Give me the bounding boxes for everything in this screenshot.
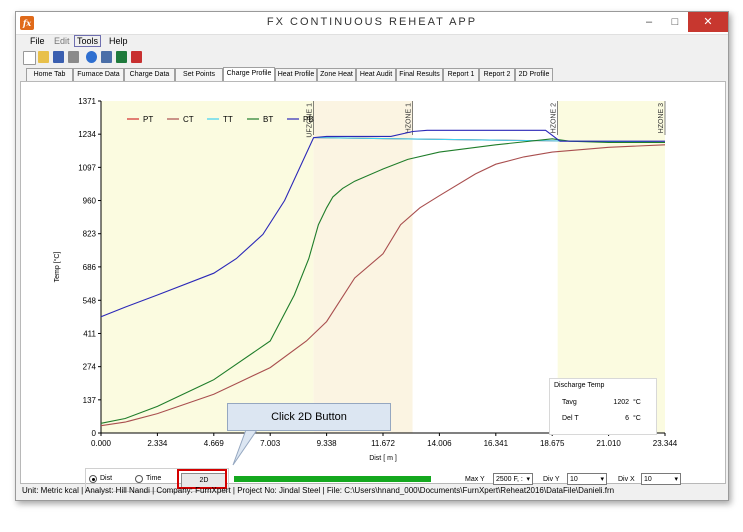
div-x-label: Div X [618, 476, 635, 483]
instruction-callout: Click 2D Button [227, 403, 391, 431]
close-button[interactable]: ✕ [688, 12, 728, 32]
excel-icon[interactable] [116, 51, 127, 63]
report-icon[interactable] [101, 51, 112, 63]
minimize-button[interactable]: – [636, 12, 662, 32]
tab-home[interactable]: Home Tab [26, 68, 73, 82]
tab-heat-profile[interactable]: Heat Profile [275, 68, 317, 82]
tab-report-2[interactable]: Report 2 [479, 68, 515, 82]
menu-file[interactable]: File [28, 36, 47, 46]
div-y-value: 10 [570, 476, 578, 483]
time-radio-label: Time [146, 475, 162, 482]
tab-zone-heat[interactable]: Zone Heat [317, 68, 356, 82]
help-icon[interactable] [86, 51, 97, 63]
menu-edit[interactable]: Edit [52, 36, 72, 46]
tab-set-points[interactable]: Set Points [175, 68, 223, 82]
open-folder-icon[interactable] [38, 51, 49, 63]
charge-profile-panel: 0 137 274 411 548 686 823 960 1097 1234 1371 0.000… [20, 81, 726, 492]
tab-furnace-data[interactable]: Furnace Data [73, 68, 124, 82]
div-x-value: 10 [644, 476, 652, 483]
tab-final-results[interactable]: Final Results [396, 68, 443, 82]
save-icon[interactable] [53, 51, 64, 63]
tab-heat-audit[interactable]: Heat Audit [356, 68, 396, 82]
title-bar: fx FX CONTINUOUS REHEAT APP – □ ✕ [16, 12, 728, 35]
div-y-label: Div Y [543, 476, 560, 483]
max-y-label: Max Y [465, 476, 485, 483]
tab-charge-data[interactable]: Charge Data [124, 68, 175, 82]
tab-report-1[interactable]: Report 1 [443, 68, 479, 82]
app-window: fx FX CONTINUOUS REHEAT APP – □ ✕ File E… [15, 11, 729, 501]
menu-help[interactable]: Help [107, 36, 130, 46]
status-text: Unit: Metric kcal | Analyst: Hill Nandi … [22, 486, 615, 495]
time-radio[interactable] [135, 475, 143, 483]
maximize-button[interactable]: □ [662, 12, 688, 32]
new-file-icon[interactable] [23, 51, 36, 65]
toolbar [16, 50, 728, 66]
tab-2d-profile[interactable]: 2D Profile [515, 68, 553, 82]
tab-charge-profile[interactable]: Charge Profile [223, 67, 275, 82]
dist-radio[interactable] [89, 475, 97, 483]
menu-tools[interactable]: Tools [74, 35, 102, 47]
dist-radio-label: Dist [100, 475, 113, 482]
window-title: FX CONTINUOUS REHEAT APP [266, 16, 478, 28]
max-y-value: 2500 F, : [496, 476, 523, 483]
pdf-icon[interactable] [131, 51, 142, 63]
menu-bar: File Edit Tools Help [16, 35, 728, 49]
status-bar: Unit: Metric kcal | Analyst: Hill Nandi … [16, 484, 728, 498]
print-icon[interactable] [68, 51, 79, 63]
progress-bar [234, 476, 431, 482]
